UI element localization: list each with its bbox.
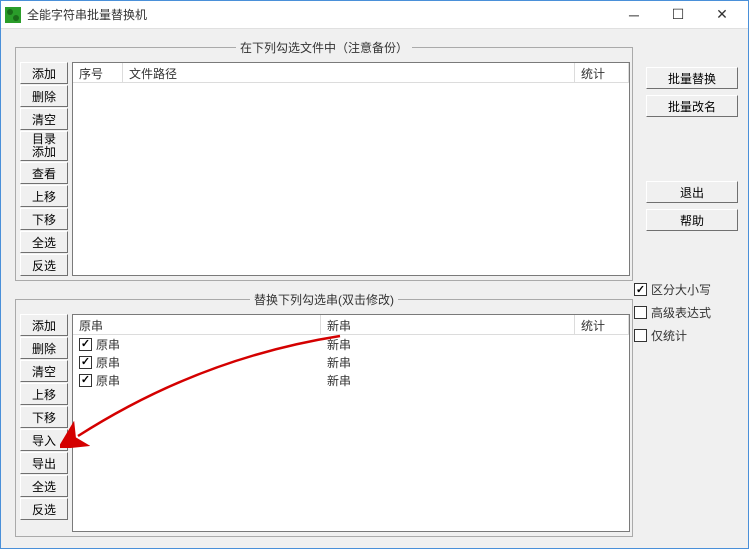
old-string-cell: 原串	[96, 336, 120, 353]
spacer	[646, 123, 738, 181]
table-row[interactable]: 原串 新串	[73, 353, 629, 371]
batch-replace-button[interactable]: 批量替换	[646, 67, 738, 89]
files-col-path[interactable]: 文件路径	[123, 63, 575, 82]
strings-panel-legend: 替换下列勾选串(双击修改)	[250, 291, 398, 308]
delete-file-button[interactable]: 删除	[20, 85, 68, 107]
maximize-button[interactable]: ☐	[656, 2, 700, 28]
window-controls: ─ ☐ ✕	[612, 2, 744, 28]
files-grid[interactable]: 序号 文件路径 统计	[72, 62, 630, 276]
options: 区分大小写 高级表达式 仅统计	[634, 281, 734, 350]
advanced-expr-option[interactable]: 高级表达式	[634, 304, 734, 321]
files-panel: 在下列勾选文件中（注意备份） 添加 删除 清空 目录 添加 查看 上移 下移 全…	[15, 39, 633, 281]
move-down-file-button[interactable]: 下移	[20, 208, 68, 230]
view-file-button[interactable]: 查看	[20, 162, 68, 184]
delete-string-button[interactable]: 删除	[20, 337, 68, 359]
case-sensitive-checkbox[interactable]	[634, 283, 647, 296]
stat-only-option[interactable]: 仅统计	[634, 327, 734, 344]
strings-panel: 替换下列勾选串(双击修改) 添加 删除 清空 上移 下移 导入 导出 全选 反选…	[15, 291, 633, 537]
close-button[interactable]: ✕	[700, 2, 744, 28]
move-up-string-button[interactable]: 上移	[20, 383, 68, 405]
files-col-seq[interactable]: 序号	[73, 63, 123, 82]
strings-button-column: 添加 删除 清空 上移 下移 导入 导出 全选 反选	[20, 314, 68, 521]
table-row[interactable]: 原串 新串	[73, 335, 629, 353]
files-grid-header: 序号 文件路径 统计	[73, 63, 629, 83]
minimize-button[interactable]: ─	[612, 2, 656, 28]
strings-grid-header: 原串 新串 统计	[73, 315, 629, 335]
clear-files-button[interactable]: 清空	[20, 108, 68, 130]
add-file-button[interactable]: 添加	[20, 62, 68, 84]
window-title: 全能字符串批量替换机	[27, 6, 612, 23]
stat-only-label: 仅统计	[651, 327, 687, 344]
app-icon	[5, 7, 21, 23]
advanced-expr-checkbox[interactable]	[634, 306, 647, 319]
strings-grid-body: 原串新串原串新串原串新串	[73, 335, 629, 389]
old-string-cell: 原串	[96, 354, 120, 371]
old-string-cell: 原串	[96, 372, 120, 389]
new-string-cell: 新串	[321, 372, 575, 389]
case-sensitive-option[interactable]: 区分大小写	[634, 281, 734, 298]
import-button[interactable]: 导入	[20, 429, 68, 451]
invert-select-files-button[interactable]: 反选	[20, 254, 68, 276]
case-sensitive-label: 区分大小写	[651, 281, 711, 298]
table-row[interactable]: 原串 新串	[73, 371, 629, 389]
row-checkbox[interactable]	[79, 374, 92, 387]
advanced-expr-label: 高级表达式	[651, 304, 711, 321]
clear-strings-button[interactable]: 清空	[20, 360, 68, 382]
files-button-column: 添加 删除 清空 目录 添加 查看 上移 下移 全选 反选	[20, 62, 68, 277]
move-down-string-button[interactable]: 下移	[20, 406, 68, 428]
exit-button[interactable]: 退出	[646, 181, 738, 203]
help-button[interactable]: 帮助	[646, 209, 738, 231]
strings-col-stat[interactable]: 统计	[575, 315, 629, 334]
select-all-files-button[interactable]: 全选	[20, 231, 68, 253]
strings-col-old[interactable]: 原串	[73, 315, 321, 334]
files-panel-legend: 在下列勾选文件中（注意备份）	[236, 39, 412, 56]
move-up-file-button[interactable]: 上移	[20, 185, 68, 207]
select-all-strings-button[interactable]: 全选	[20, 475, 68, 497]
invert-select-strings-button[interactable]: 反选	[20, 498, 68, 520]
batch-rename-button[interactable]: 批量改名	[646, 95, 738, 117]
add-directory-button[interactable]: 目录 添加	[20, 131, 68, 161]
new-string-cell: 新串	[321, 336, 575, 353]
strings-col-new[interactable]: 新串	[321, 315, 575, 334]
add-string-button[interactable]: 添加	[20, 314, 68, 336]
titlebar: 全能字符串批量替换机 ─ ☐ ✕	[1, 1, 748, 29]
row-checkbox[interactable]	[79, 356, 92, 369]
files-col-stat[interactable]: 统计	[575, 63, 629, 82]
row-checkbox[interactable]	[79, 338, 92, 351]
actions-column: 批量替换 批量改名 退出 帮助	[646, 67, 738, 237]
main-area: 在下列勾选文件中（注意备份） 添加 删除 清空 目录 添加 查看 上移 下移 全…	[1, 29, 748, 548]
strings-grid[interactable]: 原串 新串 统计 原串新串原串新串原串新串	[72, 314, 630, 532]
new-string-cell: 新串	[321, 354, 575, 371]
stat-only-checkbox[interactable]	[634, 329, 647, 342]
export-button[interactable]: 导出	[20, 452, 68, 474]
